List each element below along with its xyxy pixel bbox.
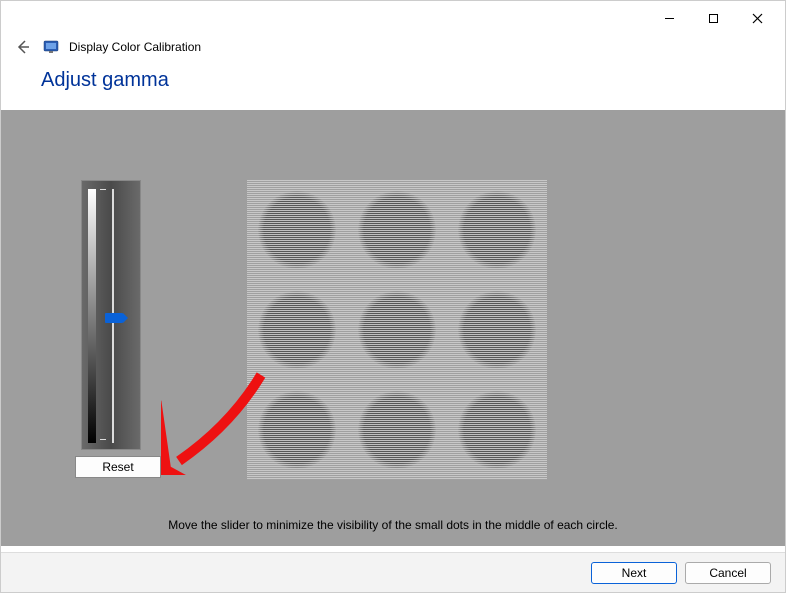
instruction-text: Move the slider to minimize the visibili…	[1, 518, 785, 532]
content-area: Reset Move the slider to minimize the vi…	[1, 110, 785, 546]
gamma-slider-panel	[81, 180, 141, 450]
header-row: Display Color Calibration	[1, 31, 785, 65]
gamma-dot	[358, 391, 436, 469]
cancel-button[interactable]: Cancel	[685, 562, 771, 584]
back-button[interactable]	[13, 37, 33, 57]
gamma-dot	[458, 291, 536, 369]
app-title: Display Color Calibration	[69, 40, 201, 54]
sample-cell	[447, 180, 547, 280]
minimize-icon	[664, 13, 675, 24]
sample-cell	[347, 380, 447, 480]
sample-cell	[347, 180, 447, 280]
sample-cell	[447, 280, 547, 380]
gamma-dot	[258, 391, 336, 469]
sample-cell	[447, 380, 547, 480]
slider-tick-top	[100, 189, 106, 190]
maximize-button[interactable]	[691, 5, 735, 31]
page-heading: Adjust gamma	[41, 69, 785, 92]
gamma-dot	[258, 191, 336, 269]
back-arrow-icon	[15, 39, 31, 55]
slider-tick-bottom	[100, 439, 106, 440]
maximize-icon	[708, 13, 719, 24]
close-icon	[752, 13, 763, 24]
sample-cell	[347, 280, 447, 380]
sample-cell	[247, 180, 347, 280]
minimize-button[interactable]	[647, 5, 691, 31]
gradient-strip	[88, 189, 96, 443]
titlebar	[1, 1, 785, 31]
close-button[interactable]	[735, 5, 779, 31]
gamma-dot	[358, 191, 436, 269]
sample-cell	[247, 380, 347, 480]
app-icon	[43, 39, 59, 55]
reset-button[interactable]: Reset	[75, 456, 161, 478]
footer: Next Cancel	[1, 552, 785, 592]
gamma-dot	[458, 391, 536, 469]
sample-cell	[247, 280, 347, 380]
next-button[interactable]: Next	[591, 562, 677, 584]
heading-row: Adjust gamma	[1, 65, 785, 110]
slider-thumb[interactable]	[105, 313, 123, 323]
gamma-dot	[358, 291, 436, 369]
gamma-sample-grid	[247, 180, 547, 480]
gamma-dot	[258, 291, 336, 369]
gamma-dot	[458, 191, 536, 269]
